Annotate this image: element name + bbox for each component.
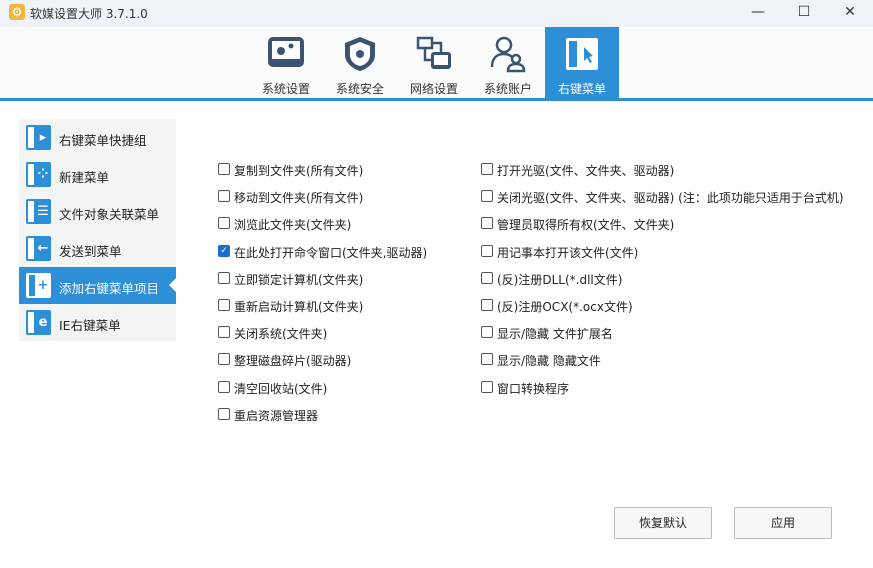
option-label: 管理员取得所有权(文件、文件夹) [497, 218, 675, 233]
unchecked-icon[interactable] [218, 353, 230, 366]
unchecked-icon[interactable] [481, 163, 493, 175]
tab-label: 系统安全 [335, 82, 384, 96]
checked-icon[interactable]: ✓ [218, 244, 230, 257]
unchecked-icon[interactable] [218, 299, 230, 311]
option-label: 移动到文件夹(所有文件) [234, 191, 364, 206]
sidebar-item-label: 添加右键菜单项目 [59, 281, 160, 296]
unchecked-icon[interactable] [481, 244, 493, 257]
shortcut-group-icon: ▸ [26, 125, 51, 150]
option-label: 立即锁定计算机(文件夹) [234, 272, 364, 287]
option-label: 窗口转换程序 [497, 381, 570, 396]
right-click-menu-icon [566, 38, 598, 70]
sidebar-item-send-to[interactable]: ← 发送到菜单 [19, 230, 176, 267]
tab-right-click-menu[interactable]: 右键菜单 [545, 27, 619, 101]
shield-gear-icon [345, 37, 375, 71]
users-icon [490, 36, 526, 73]
unchecked-icon[interactable] [218, 271, 230, 284]
close-button[interactable]: ✕ [827, 0, 873, 27]
maximize-button[interactable]: ☐ [781, 0, 827, 27]
unchecked-icon[interactable] [481, 271, 493, 284]
unchecked-icon[interactable] [481, 380, 493, 393]
option-label: 打开光驱(文件、文件夹、驱动器) [497, 164, 675, 178]
ie-icon: e [26, 310, 51, 335]
unchecked-icon[interactable] [481, 190, 493, 203]
option-label: 复制到文件夹(所有文件) [234, 164, 364, 178]
tab-label: 系统账户 [483, 82, 532, 96]
sidebar-item-label: 右键菜单快捷组 [59, 133, 147, 148]
app-gear-icon: ⚙ [9, 4, 25, 20]
apply-button[interactable]: 应用 [734, 507, 832, 539]
option-label: (反)注册DLL(*.dll文件) [497, 272, 623, 287]
main-toolbar: 系统设置 系统安全 网络设置 系统账户 右键菜单 [0, 27, 873, 101]
sidebar-item-label: 新建菜单 [59, 170, 110, 185]
option-label: 整理磁盘碎片(驱动器) [234, 354, 352, 369]
sidebar-item-ie-menu[interactable]: e IE右键菜单 [19, 304, 176, 341]
tab-system-settings[interactable]: 系统设置 [249, 27, 323, 101]
sidebar-item-add-items[interactable]: + 添加右键菜单项目 [19, 267, 176, 304]
network-icon [416, 36, 451, 69]
sidebar-item-file-association[interactable]: ☰ 文件对象关联菜单 [19, 193, 176, 230]
title-bar: ⚙ 软媒设置大师 3.7.1.0 — ☐ ✕ [0, 0, 873, 27]
minimize-button[interactable]: — [735, 0, 781, 27]
option-label: 重新启动计算机(文件夹) [234, 300, 364, 314]
unchecked-icon[interactable] [218, 190, 230, 203]
option-label: 重启资源管理器 [234, 408, 319, 423]
unchecked-icon[interactable] [218, 217, 230, 230]
option-label: 用记事本打开该文件(文件) [497, 245, 639, 260]
tab-label: 右键菜单 [557, 82, 606, 96]
sidebar: ▸ 右键菜单快捷组 ⁘ 新建菜单 ☰ 文件对象关联菜单 ← 发送到菜单 + 添加右键菜单项… [19, 119, 176, 341]
option-label: 显示/隐藏 隐藏文件 [497, 354, 601, 369]
unchecked-icon[interactable] [481, 353, 493, 366]
option-label: 在此处打开命令窗口(文件夹,驱动器) [234, 245, 428, 260]
monitor-gear-icon [268, 37, 304, 67]
option-label: 关闭系统(文件夹) [234, 327, 328, 342]
arrow-left-icon: ← [26, 236, 51, 261]
sidebar-item-label: 文件对象关联菜单 [59, 207, 160, 222]
restore-defaults-button[interactable]: 恢复默认 [614, 507, 712, 539]
option-label: 浏览此文件夹(文件夹) [234, 218, 352, 233]
unchecked-icon[interactable] [218, 326, 230, 339]
option-label: (反)注册OCX(*.ocx文件) [497, 300, 633, 314]
option-label: 关闭光驱(文件、文件夹、驱动器) (注：此项功能只适用于台式机) [497, 191, 844, 206]
unchecked-icon[interactable] [481, 217, 493, 230]
sidebar-item-label: 发送到菜单 [59, 244, 122, 259]
sidebar-item-shortcut-group[interactable]: ▸ 右键菜单快捷组 [19, 119, 176, 156]
list-icon: ☰ [26, 199, 51, 224]
unchecked-icon[interactable] [218, 380, 230, 393]
tab-system-security[interactable]: 系统安全 [323, 27, 397, 101]
tab-label: 系统设置 [261, 82, 310, 96]
plus-icon: + [26, 273, 51, 298]
tab-system-accounts[interactable]: 系统账户 [471, 27, 545, 101]
window-title: 软媒设置大师 3.7.1.0 [30, 7, 148, 21]
sidebar-item-label: IE右键菜单 [59, 318, 121, 333]
tab-network-settings[interactable]: 网络设置 [397, 27, 471, 101]
unchecked-icon[interactable] [481, 326, 493, 339]
sidebar-item-new-menu[interactable]: ⁘ 新建菜单 [19, 156, 176, 193]
tab-label: 网络设置 [409, 82, 458, 96]
unchecked-icon[interactable] [481, 299, 493, 311]
new-menu-icon: ⁘ [26, 162, 51, 187]
unchecked-icon[interactable] [218, 407, 230, 420]
unchecked-icon[interactable] [218, 163, 230, 175]
option-label: 清空回收站(文件) [234, 381, 328, 396]
option-label: 显示/隐藏 文件扩展名 [497, 327, 613, 342]
